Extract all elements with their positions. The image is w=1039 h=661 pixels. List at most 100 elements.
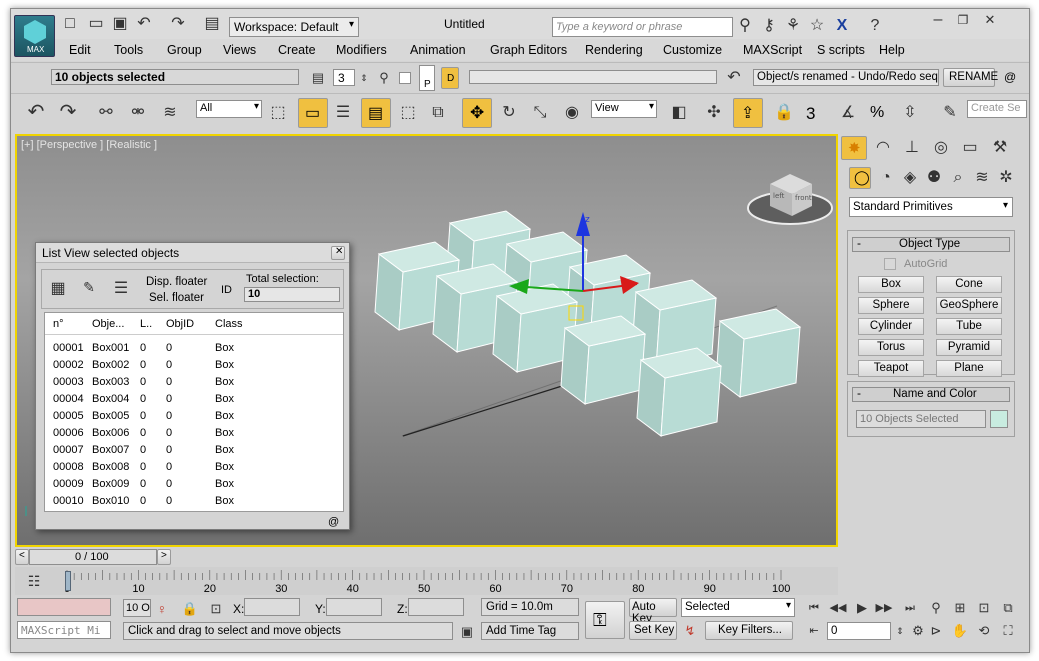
key-filters-button[interactable]: Key Filters... <box>705 621 793 640</box>
set-key-mode-button[interactable]: ⚿ <box>585 601 625 639</box>
maxscript-listener-pink[interactable] <box>17 598 111 616</box>
category-dropdown[interactable]: Standard Primitives ▾ <box>849 197 1013 217</box>
time-slider[interactable]: 0 / 100 <box>29 549 157 565</box>
table-row[interactable]: 00002 Box002 0 0 Box <box>45 357 343 374</box>
rename-button[interactable]: RENAME <box>943 68 998 87</box>
object-list[interactable]: n° Obje... L.. ObjID Class 00001 Box001 0 0… <box>44 312 344 512</box>
spinner-snap-icon[interactable]: ⇳ <box>899 102 921 124</box>
spinner-arrows-icon[interactable]: ⇕ <box>353 67 375 89</box>
snap-3d-label[interactable]: 3 <box>806 104 815 124</box>
floater-close-button[interactable]: ✕ <box>331 246 345 260</box>
restore-icon[interactable]: ❐ <box>952 9 974 31</box>
disp-floater-label[interactable]: Disp. floater <box>146 276 207 288</box>
tab-utilities-icon[interactable]: ⚒ <box>989 137 1011 159</box>
scale-icon[interactable]: ⤡ <box>529 102 551 124</box>
shapes-icon[interactable]: ◔ <box>875 167 897 189</box>
undo-icon[interactable]: ↶ <box>25 101 47 123</box>
table-row[interactable]: 00005 Box005 0 0 Box <box>45 408 343 425</box>
refcoord-dropdown[interactable]: View ▾ <box>591 100 657 118</box>
lights-icon[interactable]: ◈ <box>899 167 921 189</box>
select-list-icon[interactable]: ☰ <box>110 278 132 300</box>
key-search-icon[interactable]: ⚷ <box>758 15 780 37</box>
layers-icon[interactable]: ▦ <box>47 278 69 300</box>
prev-frame-button[interactable]: < <box>15 549 29 565</box>
key-tangent-icon[interactable]: ↯ <box>679 620 701 642</box>
geosphere-button[interactable]: GeoSphere <box>936 297 1002 314</box>
box-group[interactable] <box>374 210 802 437</box>
isolate-icon[interactable]: ♀ <box>151 598 173 620</box>
tab-create[interactable]: ✸ <box>841 136 867 160</box>
menu-edit[interactable]: Edit <box>69 43 91 57</box>
zoom-all-icon[interactable]: ⊞ <box>949 597 971 619</box>
selection-filter-dropdown[interactable]: All ▾ <box>196 100 262 118</box>
geometry-button[interactable]: ◯ <box>849 167 871 189</box>
cone-button[interactable]: Cone <box>936 276 1002 293</box>
table-row[interactable]: 00008 Box008 0 0 Box <box>45 459 343 476</box>
minimize-icon[interactable]: – <box>927 9 949 31</box>
auto-key-button[interactable]: Auto Key <box>629 598 677 625</box>
table-row[interactable]: 00004 Box004 0 0 Box <box>45 391 343 408</box>
close-icon[interactable]: ✕ <box>979 9 1001 31</box>
box-button[interactable]: Box <box>858 276 924 293</box>
undo-icon[interactable]: ↶ <box>133 13 155 35</box>
table-row[interactable]: 00007 Box007 0 0 Box <box>45 442 343 459</box>
menu-s-scripts[interactable]: S scripts <box>817 43 865 57</box>
link-icon[interactable]: ⚯ <box>95 102 117 124</box>
rotate-icon[interactable]: ↻ <box>498 102 520 124</box>
goto-start-icon[interactable]: ⏮ <box>803 597 825 619</box>
time-tag-icon[interactable]: ▣ <box>456 621 478 643</box>
project-folder-icon[interactable]: ▤ <box>201 13 223 35</box>
floater-footer-at[interactable]: @ <box>328 516 339 528</box>
add-time-tag[interactable]: Add Time Tag <box>481 622 579 640</box>
menu-help[interactable]: Help <box>879 43 905 57</box>
menu-create[interactable]: Create <box>278 43 316 57</box>
exchange-icon[interactable]: X <box>831 15 853 37</box>
menu-customize[interactable]: Customize <box>663 43 722 57</box>
star-icon[interactable]: ☆ <box>806 15 828 37</box>
max-logo-button[interactable]: MAX <box>14 15 55 57</box>
manipulate-icon[interactable]: ✣ <box>703 102 725 124</box>
tab-modify-icon[interactable]: ◠ <box>872 137 894 159</box>
set-key-button[interactable]: Set Key <box>629 621 677 640</box>
table-row[interactable]: 00006 Box006 0 0 Box <box>45 425 343 442</box>
torus-button[interactable]: Torus <box>858 339 924 356</box>
menu-maxscript[interactable]: MAXScript <box>743 43 802 57</box>
sphere-button[interactable]: Sphere <box>858 297 924 314</box>
undo-rename-icon[interactable]: ↶ <box>723 67 745 89</box>
tab-display-icon[interactable]: ▭ <box>959 137 981 159</box>
menu-rendering[interactable]: Rendering <box>585 43 643 57</box>
zoom-extents-all-icon[interactable]: ⧉ <box>997 597 1019 619</box>
clipboard-icon[interactable]: ▤ <box>307 67 329 89</box>
workspace-dropdown[interactable]: Workspace: Default ▾ <box>229 17 359 37</box>
tab-motion-icon[interactable]: ◎ <box>930 137 952 159</box>
table-row[interactable]: 00003 Box003 0 0 Box <box>45 374 343 391</box>
col-layer[interactable]: L.. <box>140 318 152 330</box>
pan-icon[interactable]: ✋ <box>949 620 971 642</box>
spacewarps-icon[interactable]: ≋ <box>971 167 993 189</box>
sel-floater-label[interactable]: Sel. floater <box>149 292 204 304</box>
track-bar[interactable]: ☷ 0102030405060708090100 <box>15 567 838 595</box>
cylinder-button[interactable]: Cylinder <box>858 318 924 335</box>
key-mode-dropdown[interactable]: Selected ▾ <box>681 598 795 617</box>
absolute-mode-icon[interactable]: ⊡ <box>205 598 227 620</box>
box-object[interactable] <box>636 347 723 437</box>
zoom-extents-icon[interactable]: ⊡ <box>973 597 995 619</box>
box-object[interactable] <box>715 308 802 398</box>
y-coordinate-field[interactable] <box>326 598 382 616</box>
mini-curve-editor-icon[interactable]: ☷ <box>23 570 45 592</box>
z-coordinate-field[interactable] <box>408 598 464 616</box>
lock-selection-icon[interactable]: 🔒 <box>179 598 201 620</box>
object-name-field[interactable]: 10 Objects Selected <box>856 410 986 428</box>
p-box[interactable]: P <box>419 65 435 91</box>
plane-button[interactable]: Plane <box>936 360 1002 377</box>
help-icon[interactable]: ? <box>864 15 886 37</box>
table-row[interactable]: 00010 Box010 0 0 Box <box>45 493 343 510</box>
autogrid-checkbox[interactable] <box>884 258 896 270</box>
helpers-icon[interactable]: ⌕ <box>947 167 969 189</box>
cameras-icon[interactable]: ⚉ <box>923 167 945 189</box>
object-type-header[interactable]: - Object Type <box>852 236 1010 252</box>
teapot-button[interactable]: Teapot <box>858 360 924 377</box>
select-object-icon[interactable]: ⬚ <box>267 102 289 124</box>
col-objid[interactable]: ObjID <box>166 318 194 330</box>
edit-named-selection-icon[interactable]: ✎ <box>939 102 961 124</box>
